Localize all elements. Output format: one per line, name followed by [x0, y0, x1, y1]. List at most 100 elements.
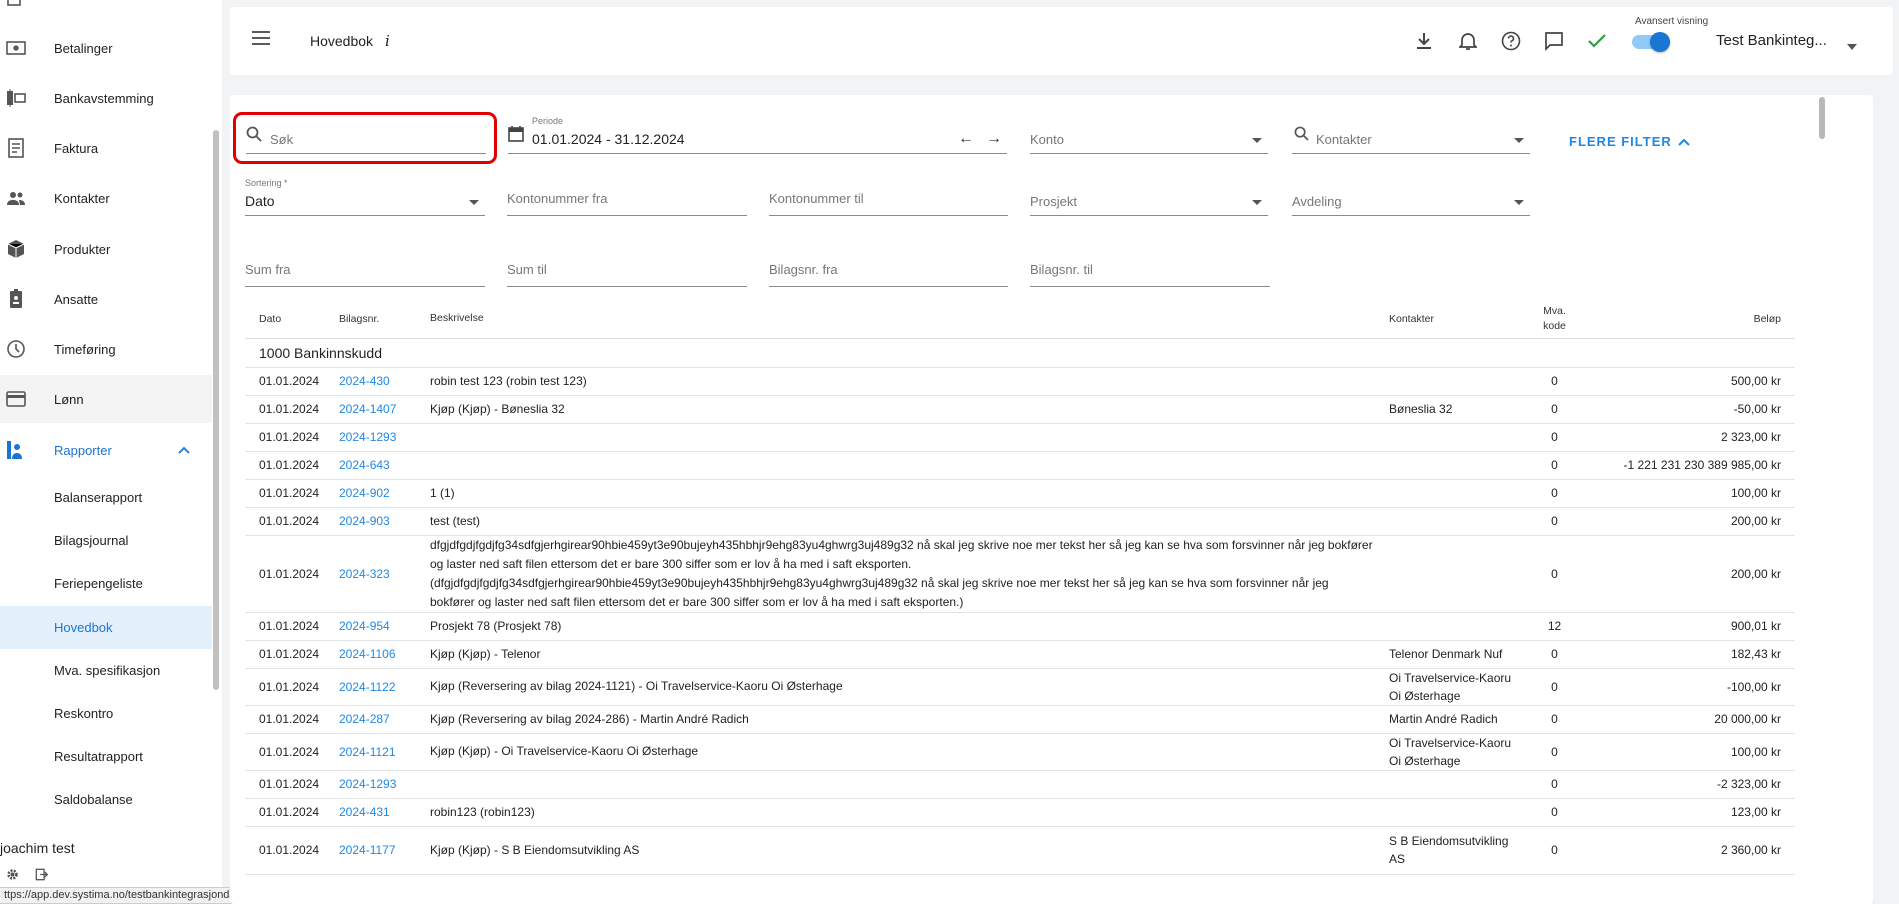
table-row[interactable]: 01.01.2024 2024-1122 Kjøp (Reversering av …	[245, 668, 1795, 706]
search-input[interactable]: Søk	[246, 124, 486, 154]
table-row[interactable]: 01.01.2024 2024-1293 0 -2 323,00 kr	[245, 770, 1795, 799]
sidebar-scrollbar-thumb[interactable]	[213, 130, 219, 690]
col-header-beskrivelse[interactable]: Beskrivelse	[430, 300, 1389, 339]
cell-bilagsnr-link[interactable]: 2024-1106	[339, 640, 430, 669]
table-row[interactable]: 01.01.2024 2024-287 Kjøp (Reversering av b…	[245, 705, 1795, 734]
cell-bilagsnr-link[interactable]: 2024-1122	[339, 668, 430, 706]
sidebar-item-partial[interactable]	[0, 0, 212, 22]
sidebar-subitem-hovedbok[interactable]: Hovedbok	[0, 606, 212, 649]
table-row[interactable]: 01.01.2024 2024-903 test (test) 0 200,00 kr	[245, 507, 1795, 536]
bilagsnr-til-input[interactable]: Bilagsnr. til	[1030, 257, 1270, 287]
table-row[interactable]: 01.01.2024 2024-1121 Kjøp (Kjøp) - Oi Trav…	[245, 733, 1795, 771]
avdeling-select[interactable]: Avdeling	[1292, 186, 1530, 216]
cell-bilagsnr-link[interactable]: 2024-1121	[339, 733, 430, 771]
cell-bilagsnr-link[interactable]: 2024-323	[339, 535, 430, 613]
bilagsnr-fra-input[interactable]: Bilagsnr. fra	[769, 257, 1008, 287]
sidebar-item-produkter[interactable]: Produkter	[0, 225, 212, 273]
table-row[interactable]: 01.01.2024 2024-902 1 (1) 0 100,00 kr	[245, 479, 1795, 508]
sort-select[interactable]: Sortering * Dato	[245, 178, 485, 216]
table-row[interactable]: 01.01.2024 2024-643 0 -1 221 231 230 389 98…	[245, 451, 1795, 480]
cell-dato: 01.01.2024	[245, 479, 339, 508]
sidebar-item-bankavstemming[interactable]: Bankavstemming	[0, 74, 212, 122]
konto-select[interactable]: Konto	[1030, 124, 1268, 154]
cell-dato: 01.01.2024	[245, 507, 339, 536]
sidebar-item-kontakter[interactable]: Kontakter	[0, 174, 212, 222]
logout-icon[interactable]	[35, 868, 49, 886]
sidebar-item-rapporter[interactable]: Rapporter	[0, 426, 212, 474]
cell-dato: 01.01.2024	[245, 705, 339, 734]
cell-kontakter	[1389, 798, 1521, 827]
table-row[interactable]: 01.01.2024 2024-1407 Kjøp (Kjøp) - Bønesli…	[245, 395, 1795, 424]
col-header-dato[interactable]: Dato	[245, 300, 339, 339]
cell-bilagsnr-link[interactable]: 2024-954	[339, 612, 430, 641]
caret-down-icon	[1514, 138, 1524, 143]
cell-beskrivelse: Kjøp (Kjøp) - Oi Travelservice-Kaoru Oi …	[430, 733, 1389, 771]
chevron-up-icon	[1678, 134, 1690, 149]
caret-down-icon[interactable]	[1847, 37, 1857, 55]
cell-mva-kode: 0	[1521, 770, 1588, 799]
cell-bilagsnr-link[interactable]: 2024-431	[339, 798, 430, 827]
sidebar-item-ansatte[interactable]: Ansatte	[0, 275, 212, 323]
col-header-belop[interactable]: Beløp	[1588, 300, 1795, 339]
cell-bilagsnr-link[interactable]: 2024-1293	[339, 770, 430, 799]
cell-beskrivelse: robin123 (robin123)	[430, 798, 1389, 827]
table-row[interactable]: 01.01.2024 2024-431 robin123 (robin123) 0 12…	[245, 798, 1795, 827]
cell-bilagsnr-link[interactable]: 2024-1407	[339, 395, 430, 424]
cell-bilagsnr-link[interactable]: 2024-643	[339, 451, 430, 480]
period-field[interactable]: Periode 01.01.2024 - 31.12.2024	[508, 116, 1007, 154]
cell-bilagsnr-link[interactable]: 2024-1177	[339, 826, 430, 875]
sidebar-subitem-reskontro[interactable]: Reskontro	[0, 692, 212, 735]
sidebar-item-timeforing[interactable]: Timeføring	[0, 325, 212, 373]
period-prev-arrow[interactable]: ←	[958, 130, 974, 148]
sidebar-subitem-mva-spesifikasjon[interactable]: Mva. spesifikasjon	[0, 649, 212, 692]
col-header-kontakter[interactable]: Kontakter	[1389, 300, 1521, 339]
sidebar-item-betalinger[interactable]: Betalinger	[0, 24, 212, 72]
sum-til-input[interactable]: Sum til	[507, 257, 747, 287]
sidebar-subitem-balanserapport[interactable]: Balanserapport	[0, 476, 212, 519]
chat-icon[interactable]	[1542, 29, 1566, 53]
sidebar-subitem-resultatrapport[interactable]: Resultatrapport	[0, 735, 212, 778]
sidebar-item-faktura[interactable]: Faktura	[0, 124, 212, 172]
table-row[interactable]: 01.01.2024 2024-1177 Kjøp (Kjøp) - S B Eie…	[245, 826, 1795, 875]
table-row[interactable]: 01.01.2024 2024-954 Prosjekt 78 (Prosjekt …	[245, 612, 1795, 641]
advanced-view-toggle[interactable]	[1632, 32, 1670, 52]
table-row[interactable]: 01.01.2024 2024-1106 Kjøp (Kjøp) - Telenor…	[245, 640, 1795, 669]
card-icon	[6, 389, 26, 409]
sidebar-subitem-saldobalanse[interactable]: Saldobalanse	[0, 778, 212, 821]
cell-bilagsnr-link[interactable]: 2024-902	[339, 479, 430, 508]
help-icon[interactable]	[1499, 29, 1523, 53]
cell-bilagsnr-link[interactable]: 2024-903	[339, 507, 430, 536]
col-header-bilagsnr[interactable]: Bilagsnr.	[339, 300, 430, 339]
cell-bilagsnr-link[interactable]: 2024-1293	[339, 423, 430, 452]
col-header-mva-kode[interactable]: Mva. kode	[1521, 300, 1588, 339]
info-icon[interactable]: i	[385, 32, 390, 50]
cell-belop: 2 360,00 kr	[1588, 826, 1795, 875]
download-icon[interactable]	[1412, 29, 1436, 53]
period-next-arrow[interactable]: →	[986, 130, 1002, 148]
main-scrollbar-thumb[interactable]	[1819, 97, 1825, 139]
cell-bilagsnr-link[interactable]: 2024-430	[339, 367, 430, 396]
cell-bilagsnr-link[interactable]: 2024-287	[339, 705, 430, 734]
more-filters-button[interactable]: FLERE FILTER	[1569, 134, 1690, 149]
menu-icon[interactable]	[252, 31, 270, 50]
cell-beskrivelse: 1 (1)	[430, 479, 1389, 508]
bell-icon[interactable]	[1456, 29, 1480, 53]
chevron-up-icon[interactable]	[178, 441, 190, 459]
table-row[interactable]: 01.01.2024 2024-430 robin test 123 (robin …	[245, 367, 1795, 396]
table-row[interactable]: 01.01.2024 2024-1293 0 2 323,00 kr	[245, 423, 1795, 452]
sidebar-subitem-bilagsjournal[interactable]: Bilagsjournal	[0, 519, 212, 562]
sum-fra-input[interactable]: Sum fra	[245, 257, 485, 287]
company-selector[interactable]: Test Bankinteg...	[1716, 32, 1827, 49]
table-row[interactable]: 01.01.2024 2024-323 dfgjdfgdjfgdjfg34sdfgj…	[245, 535, 1795, 613]
search-icon	[246, 126, 262, 147]
sidebar-item-lonn[interactable]: Lønn	[0, 375, 212, 423]
kontakter-select[interactable]: Kontakter	[1292, 124, 1530, 154]
cell-kontakter: Telenor Denmark Nuf	[1389, 640, 1521, 669]
sidebar-item-label: Ansatte	[54, 291, 99, 307]
gear-icon[interactable]	[6, 868, 19, 886]
kontonummer-fra-input[interactable]: Kontonummer fra	[507, 186, 747, 216]
sidebar-subitem-feriepengeliste[interactable]: Feriepengeliste	[0, 562, 212, 605]
check-icon[interactable]	[1585, 29, 1609, 53]
kontonummer-til-input[interactable]: Kontonummer til	[769, 186, 1008, 216]
prosjekt-select[interactable]: Prosjekt	[1030, 186, 1268, 216]
